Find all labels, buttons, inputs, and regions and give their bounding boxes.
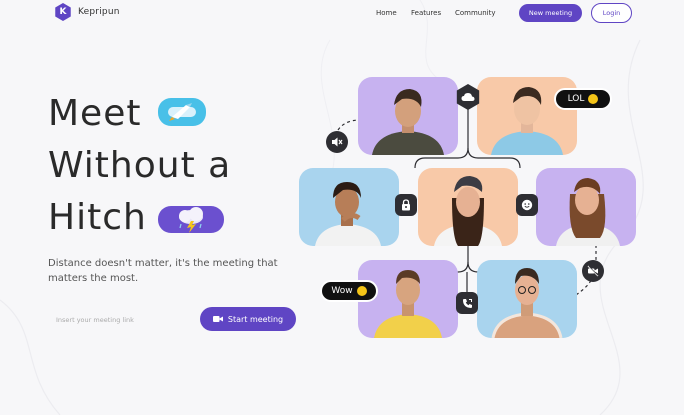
video-tile-4[interactable] [418,168,518,246]
video-off-badge[interactable] [582,260,604,282]
smile-badge[interactable] [516,194,538,216]
hero-subtitle: Distance doesn't matter, it's the meetin… [48,258,278,284]
navbar: K Kepripun Home Features Community New m… [0,0,684,28]
wow-bubble: Wow [320,280,378,302]
phone-badge[interactable] [456,292,478,314]
video-off-icon [587,265,599,277]
start-meeting-button[interactable]: Start meeting [200,307,296,331]
participant-avatar [315,182,381,246]
brand-logo[interactable]: K Kepripun [54,3,120,21]
lock-icon [402,199,410,211]
storm-pill [158,206,224,233]
hero-title-line1: Meet [48,93,142,134]
new-meeting-button[interactable]: New meeting [519,4,582,22]
video-icon [212,316,223,322]
mute-icon [332,137,343,147]
phone-icon [462,298,472,308]
nav-link-community[interactable]: Community [455,9,496,17]
meeting-link-input[interactable] [50,311,200,329]
cloud-icon [461,93,475,101]
logo-mark: K [55,3,71,21]
lock-badge[interactable] [395,194,417,216]
cloud-storm-icon [179,206,203,233]
participant-avatar [556,178,620,246]
brand-name: Kepripun [78,7,120,17]
landing-page: K Kepripun Home Features Community New m… [0,0,684,415]
rocket-pill [158,98,206,126]
participant-avatar [434,176,502,246]
video-tile-5[interactable] [536,168,636,246]
hero-title-line3: Hitch [48,197,147,238]
mute-badge[interactable] [326,131,348,153]
rocket-icon [168,103,196,121]
video-tile-7[interactable] [477,260,577,338]
surprised-emoji-icon [356,286,367,296]
lol-label: LOL [567,94,585,104]
video-tile-1[interactable] [358,77,458,155]
video-tile-3[interactable] [299,168,399,246]
laughing-emoji-icon [588,94,599,104]
start-meeting-label: Start meeting [227,314,284,324]
smile-icon [521,199,533,211]
participant-avatar [491,268,563,338]
wow-label: Wow [331,286,353,296]
nav-link-home[interactable]: Home [376,9,397,17]
login-button[interactable]: Login [591,3,632,23]
hero-title-line2: Without a [48,145,232,186]
participant-avatar [372,89,444,155]
lol-bubble: LOL [554,88,612,110]
nav-link-features[interactable]: Features [411,9,441,17]
